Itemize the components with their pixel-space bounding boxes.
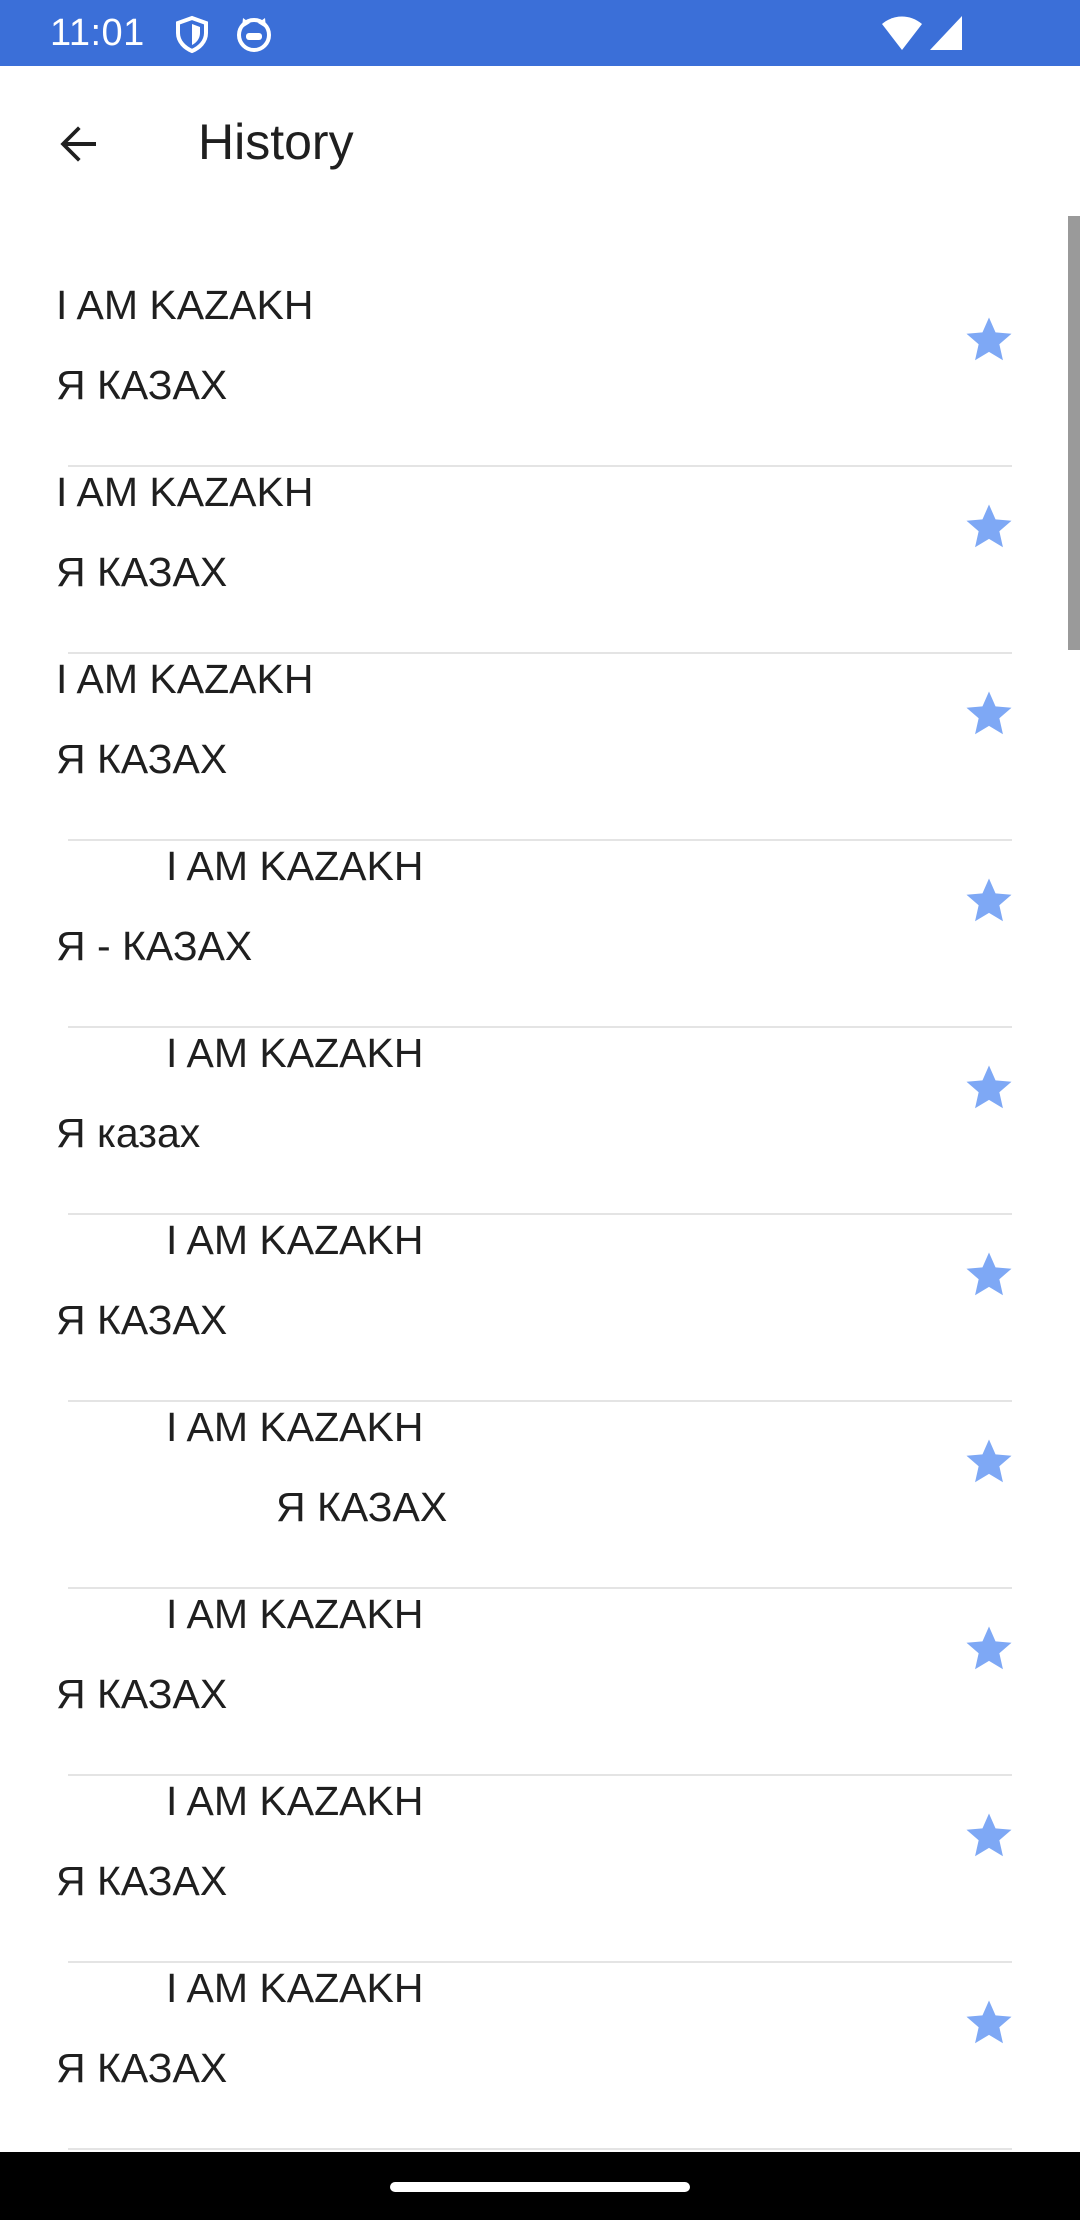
translation-text: Я КАЗАХ bbox=[56, 1671, 228, 1717]
status-time: 11:01 bbox=[50, 12, 145, 54]
source-text: I AM KAZAKH bbox=[56, 469, 314, 515]
source-text: I AM KAZAKH bbox=[166, 1778, 424, 1824]
source-text: I AM KAZAKH bbox=[166, 1404, 424, 1450]
translation-text: Я КАЗАХ bbox=[56, 1297, 228, 1343]
source-text: I AM KAZAKH bbox=[166, 1591, 424, 1637]
star-icon[interactable] bbox=[962, 313, 1016, 367]
translation-text: Я КАЗАХ bbox=[56, 549, 228, 595]
source-text: I AM KAZAKH bbox=[166, 1965, 424, 2011]
source-text: I AM KAZAKH bbox=[166, 1030, 424, 1076]
history-item[interactable]: I AM KAZAKH Я КАЗАХ bbox=[0, 1402, 1080, 1589]
translation-text: Я КАЗАХ bbox=[56, 2045, 228, 2091]
history-item[interactable]: I AM KAZAKH Я казах bbox=[0, 1028, 1080, 1215]
shield-icon bbox=[172, 14, 212, 54]
source-text: I AM KAZAKH bbox=[56, 282, 314, 328]
cat-icon bbox=[234, 14, 274, 54]
star-icon[interactable] bbox=[962, 500, 1016, 554]
app-bar: History bbox=[0, 66, 1080, 216]
source-text: I AM KAZAKH bbox=[166, 843, 424, 889]
scrollbar[interactable] bbox=[1068, 216, 1080, 650]
star-icon[interactable] bbox=[962, 1435, 1016, 1489]
signal-icon bbox=[928, 14, 964, 54]
history-item[interactable]: I AM KAZAKH Я КАЗАХ bbox=[0, 654, 1080, 841]
history-item[interactable]: I AM KAZAKH Я КАЗАХ bbox=[0, 1589, 1080, 1776]
translation-text: Я КАЗАХ bbox=[56, 362, 228, 408]
translation-text: Я КАЗАХ bbox=[56, 1858, 228, 1904]
history-item[interactable]: I AM KAZAKH Я КАЗАХ bbox=[0, 1215, 1080, 1402]
history-item[interactable]: I AM KAZAKH Я КАЗАХ bbox=[0, 467, 1080, 654]
arrow-back-icon bbox=[60, 126, 96, 162]
star-icon[interactable] bbox=[962, 1248, 1016, 1302]
star-icon[interactable] bbox=[962, 1809, 1016, 1863]
translation-text: Я казах bbox=[56, 1110, 201, 1156]
star-icon[interactable] bbox=[962, 687, 1016, 741]
star-icon[interactable] bbox=[962, 1061, 1016, 1115]
home-handle[interactable] bbox=[390, 2182, 690, 2192]
history-list: I AM KAZAKH Я КАЗАХ I AM KAZAKH Я КАЗАХ … bbox=[0, 280, 1080, 2150]
divider bbox=[68, 2148, 1012, 2150]
translation-text: Я - КАЗАХ bbox=[56, 923, 253, 969]
star-icon[interactable] bbox=[962, 1996, 1016, 2050]
history-item[interactable]: I AM KAZAKH Я - КАЗАХ bbox=[0, 841, 1080, 1028]
source-text: I AM KAZAKH bbox=[166, 1217, 424, 1263]
source-text: I AM KAZAKH bbox=[56, 656, 314, 702]
history-item[interactable]: I AM KAZAKH Я КАЗАХ bbox=[0, 1963, 1080, 2150]
navigation-bar bbox=[0, 2152, 1080, 2220]
translation-text: Я КАЗАХ bbox=[56, 736, 228, 782]
status-bar: 11:01 bbox=[0, 0, 1080, 66]
page-title: History bbox=[198, 114, 354, 170]
history-item[interactable]: I AM KAZAKH Я КАЗАХ bbox=[0, 280, 1080, 467]
history-item[interactable]: I AM KAZAKH Я КАЗАХ bbox=[0, 1776, 1080, 1963]
star-icon[interactable] bbox=[962, 1622, 1016, 1676]
star-icon[interactable] bbox=[962, 874, 1016, 928]
wifi-icon bbox=[880, 14, 924, 54]
translation-text: Я КАЗАХ bbox=[276, 1484, 448, 1530]
back-button[interactable] bbox=[40, 106, 116, 182]
